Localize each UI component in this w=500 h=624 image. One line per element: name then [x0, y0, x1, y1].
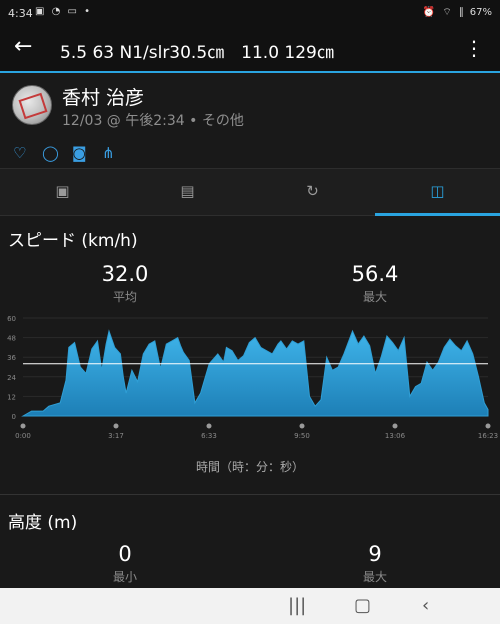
speed-chart[interactable]: 0 12 24 36 48 60 0:00 3:17 6:33 9:50 13:06 16:23 [0, 312, 500, 447]
elevation-min-label: 最小 [112, 570, 137, 584]
y-tick-label: 60 [7, 315, 16, 323]
speed-max: 56.4 最大 [300, 262, 450, 305]
x-tick-label: 16:23 [478, 432, 498, 440]
y-tick-label: 12 [7, 393, 16, 401]
like-icon[interactable]: ♡ [13, 144, 26, 162]
elevation-min-value: 0 [118, 542, 132, 566]
profile-header: 香村 治彦 12/03 @ 午後2:34 • その他 [0, 73, 500, 141]
y-tick-label: 24 [7, 374, 16, 382]
speed-average-label: 平均 [112, 290, 137, 304]
activity-title: 5.5 63 N1/slr30.5㎝ 11.0 129㎝ [60, 43, 334, 63]
y-tick-label: 0 [12, 413, 16, 421]
status-bar: 4:34 ▣ ◔ ▭ • ⏰ ⌔ ∥ 67% [0, 0, 500, 26]
notification-icons: ▣ ◔ ▭ • [35, 6, 93, 17]
action-bar: ♡ ◯ ◙ ⋔ [0, 141, 500, 169]
speed-average-value: 32.0 [101, 262, 149, 286]
speed-max-label: 最大 [362, 290, 387, 304]
share-icon[interactable]: ⋔ [102, 144, 115, 162]
section-divider [0, 494, 500, 495]
tab-details[interactable]: ▤ [125, 169, 250, 216]
x-tick-dot [299, 423, 305, 429]
speed-section-title: スピード (km/h) [8, 231, 138, 251]
elevation-max: 9 最大 [300, 542, 450, 585]
system-nav-bar: ||| ▢ ‹ [0, 588, 500, 624]
recents-icon[interactable]: ||| [288, 595, 306, 616]
battery-level: 67% [469, 7, 492, 18]
y-tick-label: 48 [7, 335, 16, 343]
x-tick-dot [113, 423, 119, 429]
tab-laps[interactable]: ↻ [250, 169, 375, 216]
x-tick-dot [392, 423, 398, 429]
back-arrow-icon[interactable]: ← [14, 34, 32, 59]
camera-icon[interactable]: ◙ [72, 144, 87, 162]
user-name[interactable]: 香村 治彦 [62, 83, 144, 110]
speed-max-value: 56.4 [351, 262, 399, 286]
more-options-icon[interactable]: ⋮ [464, 36, 484, 60]
y-tick-label: 36 [7, 354, 16, 362]
home-icon[interactable]: ▢ [354, 595, 371, 616]
nav-back-icon[interactable]: ‹ [422, 595, 429, 616]
x-axis-title: 時間（時：分：秒） [195, 460, 304, 474]
x-tick-label: 6:33 [201, 432, 217, 440]
elevation-max-value: 9 [368, 542, 382, 566]
speed-area-series [21, 329, 489, 417]
x-tick-dot [206, 423, 212, 429]
avatar[interactable] [12, 85, 52, 125]
status-time: 4:34 [8, 7, 33, 20]
elevation-min: 0 最小 [50, 542, 200, 585]
comment-icon[interactable]: ◯ [42, 144, 59, 162]
app-bar: ← 5.5 63 N1/slr30.5㎝ 11.0 129㎝ ⋮ [0, 26, 500, 72]
elevation-section-title: 高度 (m) [8, 513, 78, 533]
x-tick-label: 3:17 [108, 432, 124, 440]
signal-icons: ⏰ ⌔ ∥ [422, 7, 466, 18]
tab-charts[interactable]: ◫ [375, 169, 500, 216]
x-tick-label: 0:00 [15, 432, 31, 440]
x-tick-dot [20, 423, 26, 429]
elevation-max-label: 最大 [362, 570, 387, 584]
tab-overview[interactable]: ▣ [0, 169, 125, 216]
x-tick-dot [485, 423, 491, 429]
activity-meta: 12/03 @ 午後2:34 • その他 [62, 113, 244, 129]
x-tick-label: 13:06 [385, 432, 406, 440]
x-tick-label: 9:50 [294, 432, 310, 440]
speed-average: 32.0 平均 [50, 262, 200, 305]
tab-bar: ▣ ▤ ↻ ◫ [0, 169, 500, 216]
